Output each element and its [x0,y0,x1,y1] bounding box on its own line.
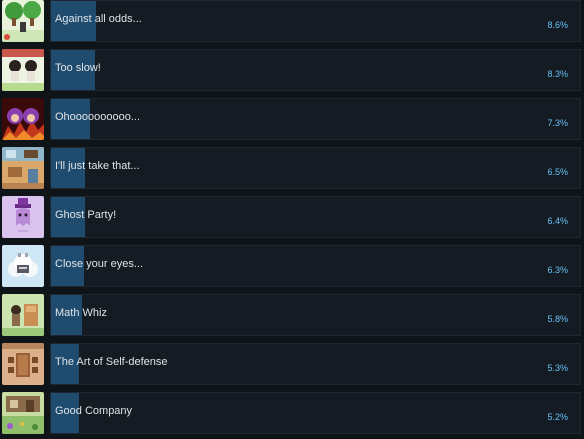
achievement-title: Too slow! [55,62,101,74]
achievement-bar: Ghost Party! 6.4% [50,196,581,238]
achievement-title: Against all odds... [55,13,142,25]
ghost-with-purple-hat-icon [2,196,44,238]
achievement-list: Against all odds... 8.6% Too slow! 8.3% [0,0,584,439]
achievement-title: Good Company [55,405,133,417]
achievement-title: The Art of Self-defense [55,356,168,368]
achievement-percent: 5.2% [547,412,568,422]
achievement-percent: 8.3% [547,69,568,79]
achievement-bar: Math Whiz 5.8% [50,294,581,336]
character-at-desk-icon [2,294,44,336]
achievement-bar: Against all odds... 8.6% [50,0,581,42]
trees-pixel-art-icon [2,0,44,42]
achievement-percent: 6.3% [547,265,568,275]
achievement-row: Against all odds... 8.6% [0,0,584,44]
achievement-row: The Art of Self-defense 5.3% [0,343,584,387]
achievement-percent: 8.6% [547,20,568,30]
garden-house-pixel-art-icon [2,392,44,434]
table-room-pixel-art-icon [2,343,44,385]
achievement-row: Ohoooooooooo... 7.3% [0,98,584,142]
achievement-row: Math Whiz 5.8% [0,294,584,338]
achievement-percent: 6.4% [547,216,568,226]
achievement-row: Too slow! 8.3% [0,49,584,93]
room-interior-pixel-art-icon [2,147,44,189]
achievement-bar: The Art of Self-defense 5.3% [50,343,581,385]
achievement-row: I'll just take that... 6.5% [0,147,584,191]
achievement-title: Ohoooooooooo... [55,111,141,123]
achievement-row: Close your eyes... 6.3% [0,245,584,289]
achievement-bar: Too slow! 8.3% [50,49,581,91]
achievement-title: I'll just take that... [55,160,140,172]
achievement-percent: 6.5% [547,167,568,177]
cloud-creature-icon [2,245,44,287]
achievement-bar: I'll just take that... 6.5% [50,147,581,189]
achievement-percent: 7.3% [547,118,568,128]
achievement-bar: Good Company 5.2% [50,392,581,434]
achievement-row: Good Company 5.2% [0,392,584,436]
purple-haired-characters-fire-icon [2,98,44,140]
achievement-bar: Close your eyes... 6.3% [50,245,581,287]
two-characters-pixel-art-icon [2,49,44,91]
achievement-percent: 5.3% [547,363,568,373]
achievement-percent: 5.8% [547,314,568,324]
achievement-title: Math Whiz [55,307,107,319]
achievement-title: Close your eyes... [55,258,144,270]
achievement-bar: Ohoooooooooo... 7.3% [50,98,581,140]
achievement-row: Ghost Party! 6.4% [0,196,584,240]
achievement-title: Ghost Party! [55,209,117,221]
